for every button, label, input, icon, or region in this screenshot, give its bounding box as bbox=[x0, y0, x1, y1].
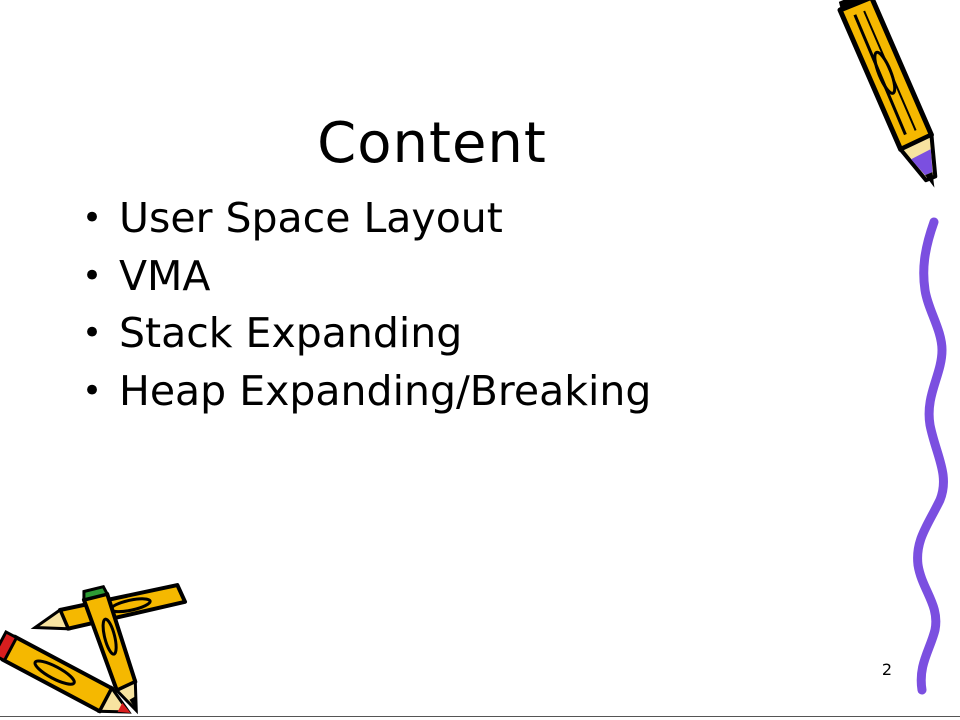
list-item: • User Space Layout bbox=[82, 190, 651, 248]
bullet-list: • User Space Layout • VMA • Stack Expand… bbox=[82, 190, 651, 420]
bullet-text: Heap Expanding/Breaking bbox=[119, 366, 652, 415]
list-item: • Heap Expanding/Breaking bbox=[82, 363, 651, 421]
crossed-pencils-icon bbox=[0, 583, 188, 715]
bullet-text: VMA bbox=[119, 251, 211, 300]
page-number: 2 bbox=[881, 660, 893, 679]
list-item: • VMA bbox=[82, 248, 651, 306]
list-item: • Stack Expanding bbox=[82, 305, 651, 363]
bullet-text: Stack Expanding bbox=[119, 309, 463, 357]
bullet-point: • bbox=[82, 313, 103, 353]
slide: Content • User Space Layout • VMA • Stac… bbox=[0, 0, 960, 720]
bullet-text: User Space Layout bbox=[119, 194, 503, 242]
slide-title: Content bbox=[317, 111, 547, 176]
bullet-point: • bbox=[82, 370, 103, 411]
bullet-point: • bbox=[82, 255, 103, 296]
bottom-divider bbox=[0, 716, 960, 717]
bullet-point: • bbox=[82, 198, 103, 238]
